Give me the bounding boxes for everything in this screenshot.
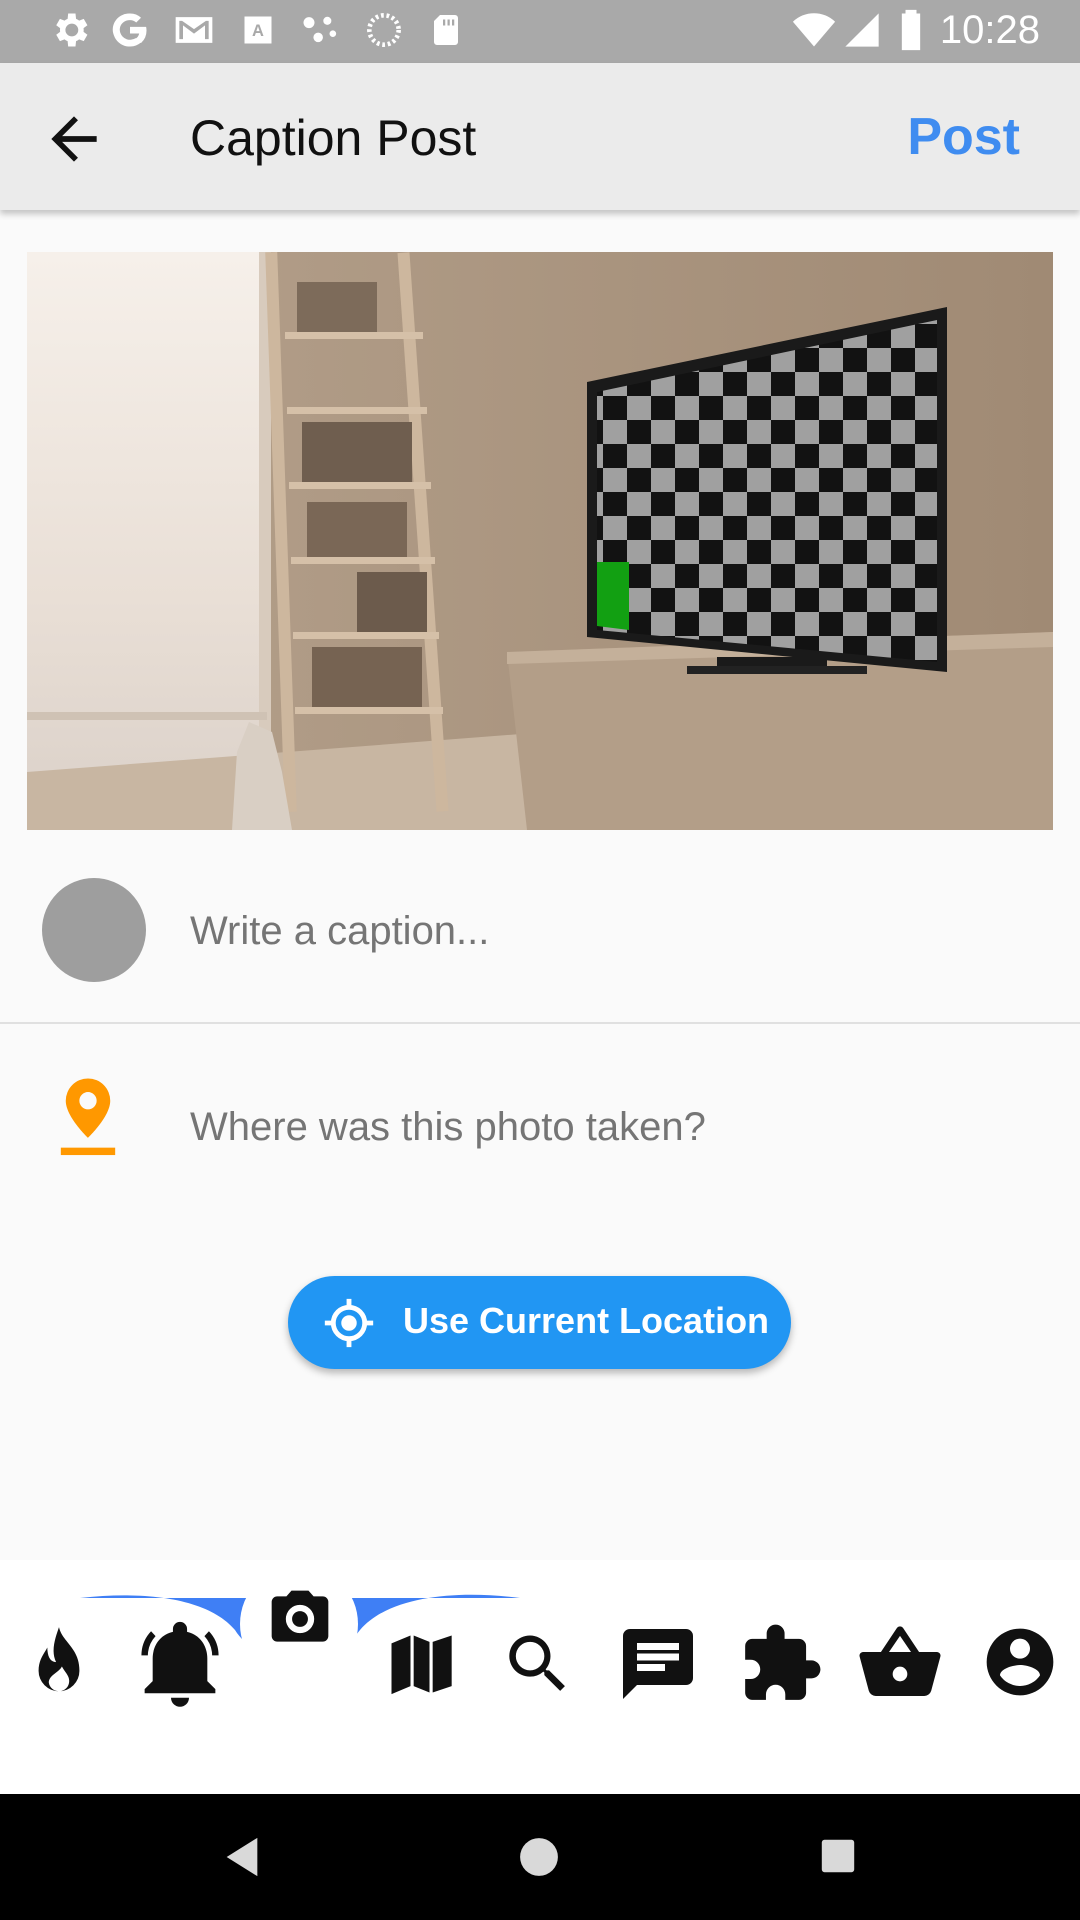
font-icon: A [244, 16, 272, 44]
post-photo [27, 252, 1053, 830]
location-pin-icon [60, 1078, 116, 1156]
account-icon[interactable] [980, 1622, 1060, 1702]
chat-icon[interactable] [616, 1620, 700, 1708]
basket-icon[interactable] [856, 1618, 944, 1708]
page-title: Caption Post [190, 110, 477, 166]
sd-card-icon [434, 15, 458, 45]
battery-icon [901, 9, 921, 51]
location-row [0, 1024, 1080, 1214]
system-back-icon[interactable] [222, 1834, 262, 1880]
caption-input[interactable] [188, 900, 1042, 962]
dots-icon [303, 16, 337, 43]
location-input[interactable] [188, 1096, 1042, 1158]
caption-row [0, 848, 1080, 1023]
svg-text:A: A [252, 22, 264, 40]
system-recents-icon[interactable] [820, 1838, 856, 1874]
settings-icon [56, 13, 88, 47]
avatar [42, 878, 146, 982]
google-icon [112, 13, 147, 47]
search-icon[interactable] [500, 1624, 576, 1704]
system-home-icon[interactable] [518, 1836, 560, 1878]
status-bar: A 10:28 [0, 0, 1080, 63]
bottom-nav [0, 1560, 1080, 1794]
post-button[interactable]: Post [907, 107, 1020, 167]
arrow-back-icon[interactable] [40, 105, 108, 173]
map-icon[interactable] [382, 1624, 458, 1704]
puzzle-icon[interactable] [738, 1620, 824, 1708]
app-bar: Caption Post Post [0, 63, 1080, 210]
status-clock: 10:28 [939, 8, 1040, 52]
camera-icon [271, 1590, 329, 1642]
bell-icon[interactable] [138, 1620, 222, 1710]
system-nav-bar [0, 1794, 1080, 1920]
gmail-icon [175, 17, 213, 43]
gps-target-icon [324, 1298, 374, 1348]
flame-icon[interactable] [24, 1620, 94, 1710]
signal-icon [845, 13, 879, 47]
camera-button[interactable] [240, 1565, 358, 1683]
wifi-icon [792, 13, 836, 47]
use-current-location-label: Use Current Location [403, 1300, 770, 1341]
loading-icon [367, 13, 401, 47]
use-current-location-button[interactable]: Use Current Location [288, 1276, 791, 1369]
